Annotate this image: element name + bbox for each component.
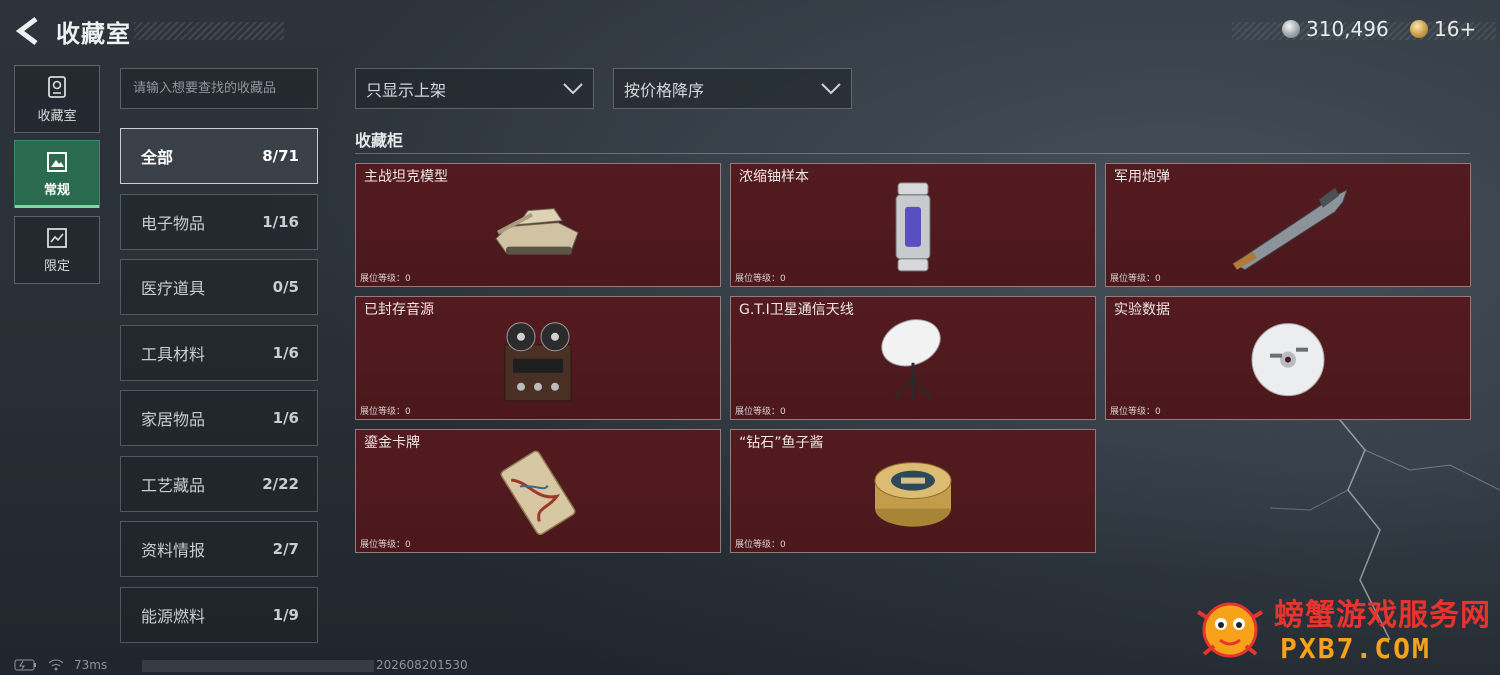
status-redacted: [142, 660, 374, 672]
status-bar: 73ms: [14, 658, 107, 672]
card-name: 实验数据: [1114, 302, 1170, 318]
section-divider: [355, 153, 1470, 154]
sort-value: 按价格降序: [624, 80, 705, 100]
card-level: 展位等级：0: [360, 407, 411, 417]
category-label: 电子物品: [141, 214, 206, 233]
card-level: 展位等级：0: [1110, 274, 1161, 284]
tank-model-icon: [495, 208, 579, 255]
top-bar: 收藏室 310,496 16+: [0, 0, 1500, 60]
card-name: 浓缩铀样本: [739, 169, 809, 185]
chevron-down-icon: [821, 82, 841, 94]
category-label: 家居物品: [141, 410, 206, 429]
card-level: 展位等级：0: [735, 274, 786, 284]
category-intel[interactable]: 资料情报 2/7: [120, 521, 318, 577]
silver-coin-icon: [1282, 20, 1300, 38]
watermark-url: PXB7.COM: [1280, 632, 1431, 665]
card-name: 鎏金卡牌: [364, 435, 420, 451]
chevron-down-icon: [563, 82, 583, 94]
category-all[interactable]: 全部 8/71: [120, 128, 318, 184]
collection-card-audio[interactable]: 已封存音源 展位等级：0: [355, 296, 721, 420]
card-name: 军用炮弹: [1114, 169, 1170, 185]
watermark-title: 螃蟹游戏服务网: [1274, 598, 1491, 633]
ping-value: 73ms: [74, 658, 108, 672]
display-filter-dropdown[interactable]: 只显示上架: [355, 68, 594, 109]
title-decoration: [134, 22, 284, 40]
artillery-shell-icon: [1232, 187, 1348, 271]
silver-amount: 310,496: [1306, 17, 1389, 41]
category-count: 2/22: [262, 475, 299, 493]
category-count: 1/6: [272, 409, 299, 427]
uranium-canister-icon: [895, 182, 931, 272]
crab-mascot-icon: [1196, 602, 1264, 658]
section-title: 收藏柜: [355, 131, 404, 150]
card-name: 主战坦克模型: [364, 169, 448, 185]
nav-label: 常规: [43, 182, 70, 198]
category-label: 资料情报: [141, 541, 206, 560]
card-name: 已封存音源: [364, 302, 434, 318]
page-title: 收藏室: [56, 20, 131, 48]
collection-card-antenna[interactable]: G.T.I卫星通信天线 展位等级：0: [730, 296, 1096, 420]
collection-card-uranium[interactable]: 浓缩铀样本 展位等级：0: [730, 163, 1096, 287]
gilded-card-icon: [500, 450, 576, 536]
category-label: 全部: [141, 148, 174, 167]
sort-dropdown[interactable]: 按价格降序: [613, 68, 852, 109]
category-count: 1/16: [262, 213, 299, 231]
card-level: 展位等级：0: [1110, 407, 1161, 417]
nav-label: 限定: [43, 258, 70, 274]
category-tools[interactable]: 工具材料 1/6: [120, 325, 318, 381]
category-count: 2/7: [272, 540, 299, 558]
collection-card-gilded-card[interactable]: 鎏金卡牌 展位等级：0: [355, 429, 721, 553]
tape-recorder-icon: [504, 322, 572, 402]
category-medical[interactable]: 医疗道具 0/5: [120, 259, 318, 315]
card-level: 展位等级：0: [360, 540, 411, 550]
vault-icon: [48, 75, 66, 98]
nav-tab-vault[interactable]: 收藏室: [14, 65, 100, 133]
category-count: 0/5: [272, 278, 299, 296]
category-crafts[interactable]: 工艺藏品 2/22: [120, 456, 318, 512]
gold-amount: 16+: [1434, 17, 1477, 41]
nav-label: 收藏室: [37, 108, 77, 124]
category-count: 1/6: [272, 344, 299, 362]
collection-card-shell[interactable]: 军用炮弹 展位等级：0: [1105, 163, 1471, 287]
category-count: 1/9: [272, 606, 299, 624]
silver-currency: 310,496: [1282, 17, 1389, 41]
category-household[interactable]: 家居物品 1/6: [120, 390, 318, 446]
category-electronics[interactable]: 电子物品 1/16: [120, 194, 318, 250]
category-count: 8/71: [262, 147, 299, 165]
nav-tab-limited[interactable]: 限定: [14, 216, 100, 284]
card-name: “钻石”鱼子酱: [739, 435, 824, 451]
category-energy[interactable]: 能源燃料 1/9: [120, 587, 318, 643]
disc-icon: [1251, 323, 1325, 397]
build-stamp: 202608201530: [376, 658, 468, 672]
nav-tab-regular[interactable]: 常规: [14, 140, 100, 208]
category-label: 医疗道具: [141, 279, 206, 298]
back-arrow-icon[interactable]: [14, 16, 42, 46]
wifi-icon: [48, 659, 64, 671]
card-level: 展位等级：0: [360, 274, 411, 284]
card-name: G.T.I卫星通信天线: [739, 302, 854, 318]
collection-card-data[interactable]: 实验数据 展位等级：0: [1105, 296, 1471, 420]
collection-card-tank[interactable]: 主战坦克模型 展位等级：0: [355, 163, 721, 287]
collection-card-caviar[interactable]: “钻石”鱼子酱 展位等级：0: [730, 429, 1096, 553]
category-label: 工艺藏品: [141, 476, 206, 495]
card-level: 展位等级：0: [735, 540, 786, 550]
category-label: 能源燃料: [141, 607, 206, 626]
limited-frame-icon: [47, 227, 67, 248]
gold-coin-icon: [1410, 20, 1428, 38]
image-frame-icon: [47, 151, 67, 172]
search-input[interactable]: [120, 68, 318, 109]
battery-icon: [14, 659, 36, 671]
satellite-dish-icon: [881, 319, 941, 401]
gold-currency: 16+: [1410, 17, 1476, 41]
caviar-tin-icon: [874, 462, 952, 527]
category-label: 工具材料: [141, 345, 206, 364]
display-filter-value: 只显示上架: [366, 80, 447, 100]
card-level: 展位等级：0: [735, 407, 786, 417]
site-watermark: 螃蟹游戏服务网 PXB7.COM: [1190, 588, 1495, 670]
